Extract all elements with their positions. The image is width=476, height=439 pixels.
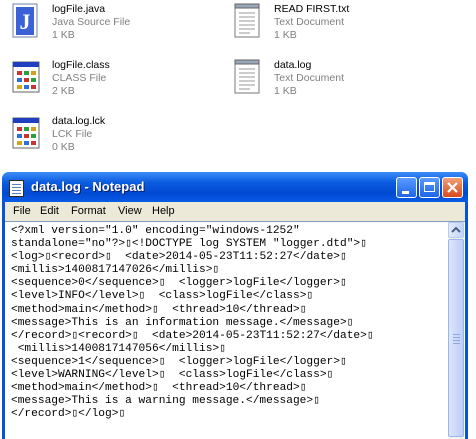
- class-file-icon: [10, 59, 42, 95]
- file-name: logFile.java: [52, 3, 106, 15]
- maximize-icon: [424, 182, 435, 192]
- editor-content[interactable]: <?xml version="1.0" encoding="windows-12…: [11, 225, 443, 421]
- file-name: data.log.lck: [52, 115, 106, 127]
- java-file-icon: J: [10, 3, 42, 39]
- text-file-icon: [232, 3, 264, 39]
- arrow-up-icon: [451, 226, 461, 233]
- file-type: Java Source File: [52, 16, 131, 28]
- maximize-button[interactable]: [419, 177, 440, 198]
- file-size: 1 KB: [52, 29, 75, 41]
- file-type: Text Document: [274, 16, 345, 28]
- lck-file-icon: [10, 115, 42, 151]
- file-size: 0 KB: [52, 141, 75, 153]
- minimize-icon: [402, 191, 409, 194]
- text-file-icon: [232, 59, 264, 95]
- text-editor[interactable]: <?xml version="1.0" encoding="windows-12…: [5, 221, 465, 439]
- minimize-button[interactable]: [396, 177, 417, 198]
- menu-format[interactable]: Format: [71, 205, 106, 217]
- file-size: 1 KB: [274, 29, 297, 41]
- menu-view[interactable]: View: [118, 205, 142, 217]
- file-name: logFile.class: [52, 59, 110, 71]
- menu-bar: File Edit Format View Help: [5, 202, 465, 221]
- menu-edit[interactable]: Edit: [40, 205, 59, 217]
- file-name: READ FIRST.txt: [274, 3, 350, 15]
- svg-text:J: J: [20, 9, 31, 34]
- menu-help[interactable]: Help: [152, 205, 175, 217]
- close-icon: [447, 182, 458, 193]
- file-size: 1 KB: [274, 85, 297, 97]
- file-size: 2 KB: [52, 85, 75, 97]
- notepad-window: data.log - Notepad File Edit Format View…: [2, 172, 468, 439]
- scroll-thumb[interactable]: [448, 239, 464, 437]
- window-title: data.log - Notepad: [31, 179, 145, 194]
- file-type: Text Document: [274, 72, 345, 84]
- file-type: LCK File: [52, 128, 93, 140]
- notepad-app-icon[interactable]: [9, 180, 24, 197]
- menu-file[interactable]: File: [13, 205, 31, 217]
- title-bar[interactable]: data.log - Notepad: [2, 172, 468, 202]
- file-type: CLASS File: [52, 72, 107, 84]
- file-name: data.log: [274, 59, 312, 71]
- vertical-scrollbar[interactable]: [448, 222, 464, 439]
- scroll-up-button[interactable]: [448, 222, 464, 238]
- close-button[interactable]: [442, 177, 463, 198]
